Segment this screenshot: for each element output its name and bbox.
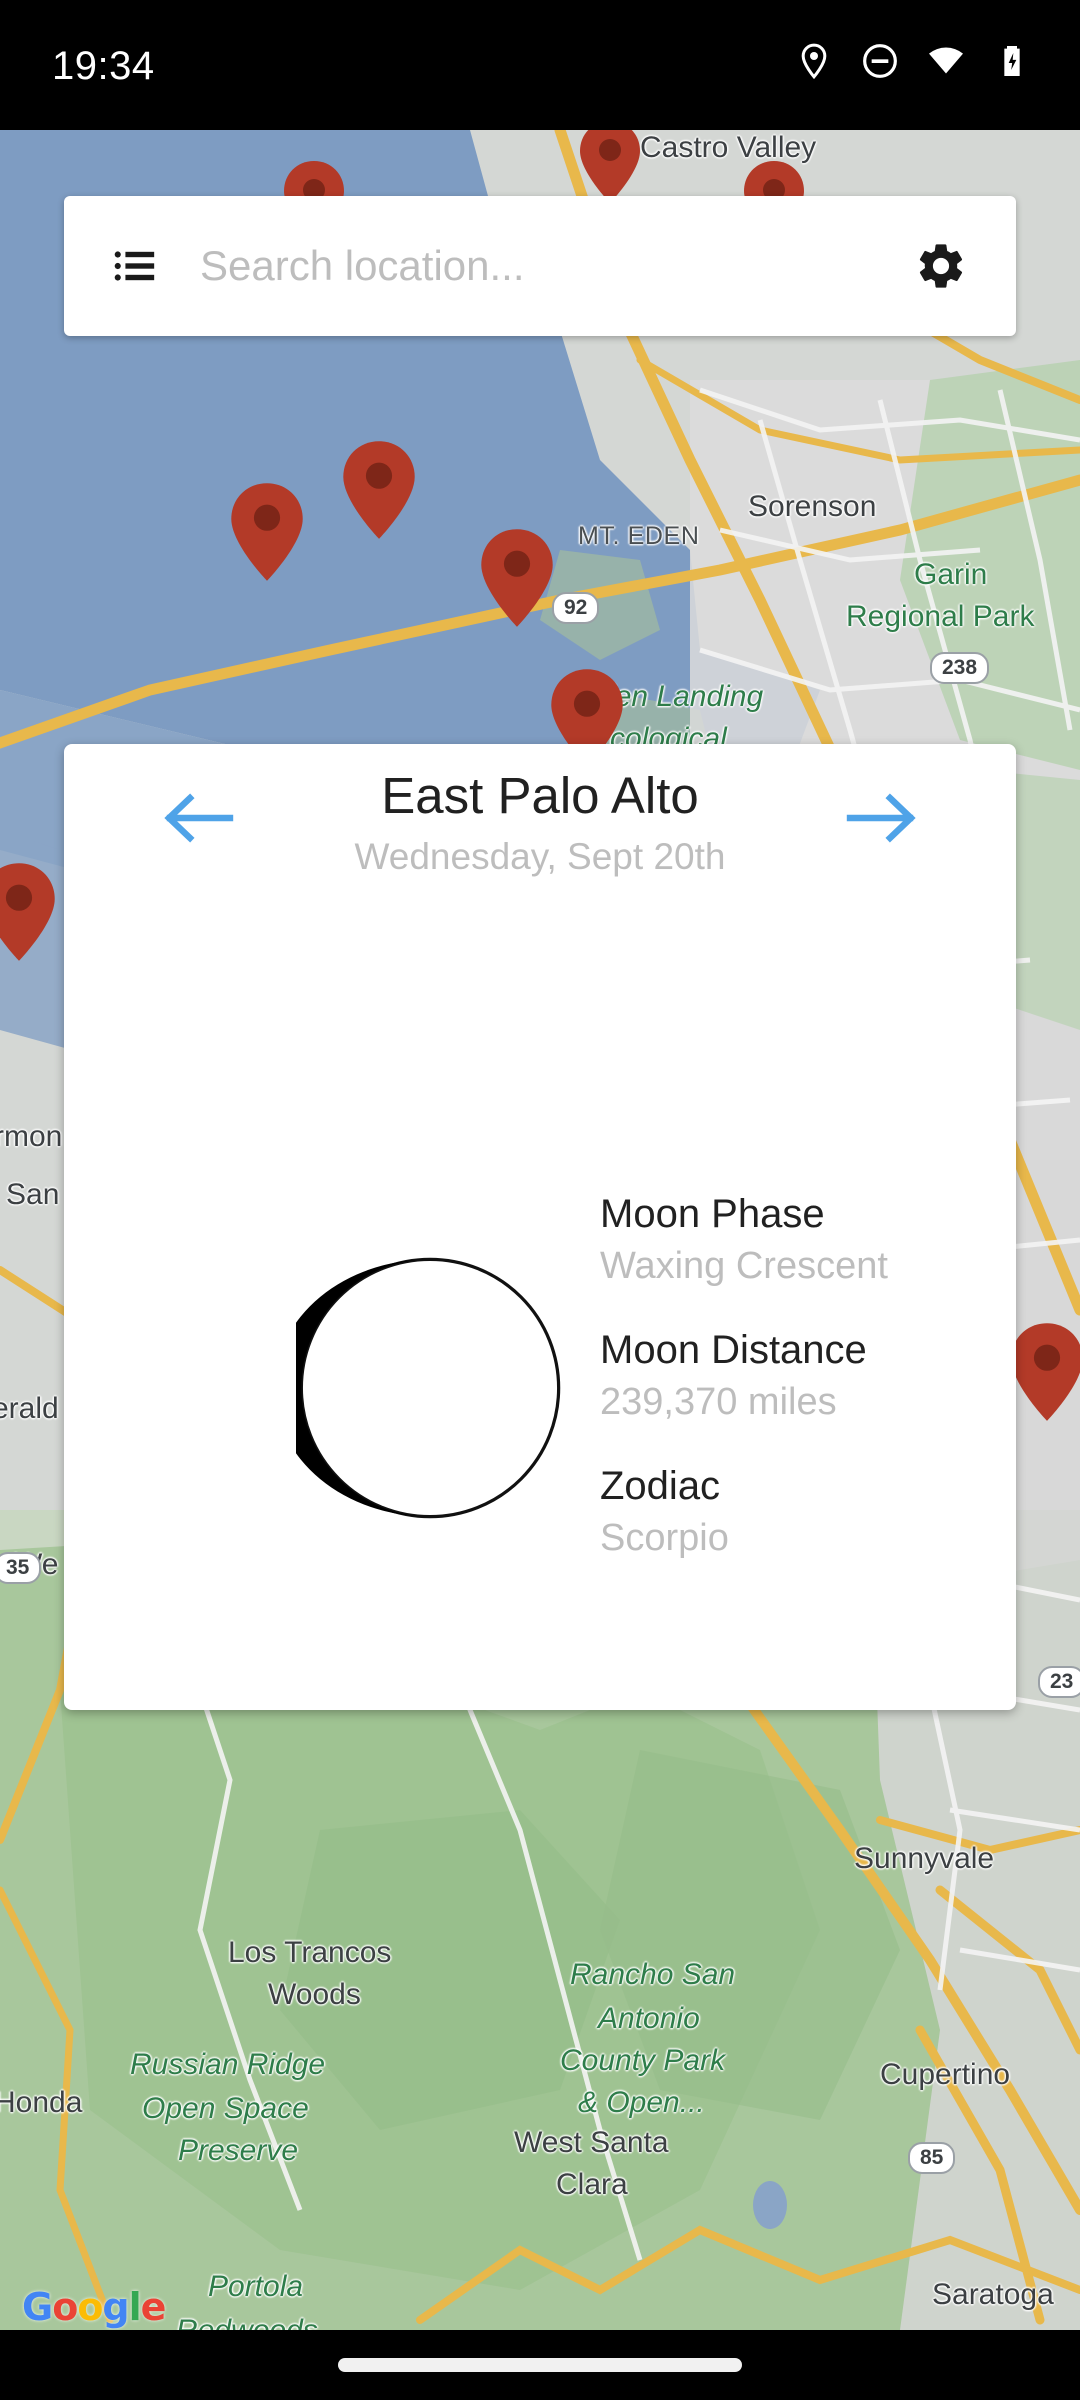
zodiac-label: Zodiac	[600, 1464, 721, 1508]
logo-letter: o	[52, 2285, 78, 2329]
route-shield: 238	[930, 652, 990, 684]
map-label: Regional Park	[846, 600, 1035, 633]
moon-panel: Moon Phase Waxing Crescent Moon Distance…	[64, 924, 1016, 1559]
map-label: Honda	[0, 2086, 83, 2119]
map-label: Los Trancos	[228, 1936, 392, 1969]
phone-screen: Castro Valley Sorenson MT. EDEN Garin Re…	[0, 0, 1080, 2400]
map-label: rmon	[0, 1120, 63, 1153]
wifi-icon	[929, 47, 963, 74]
do-not-disturb-icon	[863, 44, 897, 78]
moon-distance-label: Moon Distance	[600, 1328, 867, 1372]
logo-letter: o	[77, 2285, 103, 2329]
map-pin[interactable]	[228, 482, 306, 582]
gesture-home-pill[interactable]	[338, 2358, 742, 2372]
battery-charging-icon	[1004, 46, 1020, 76]
moon-detail-list: Moon Phase Waxing Crescent Moon Distance…	[600, 1192, 1016, 1560]
map-label: Russian Ridge	[130, 2048, 326, 2081]
map-label: Redwoods	[176, 2314, 318, 2330]
map-label: Woods	[268, 1978, 361, 2011]
map-label: Clara	[556, 2168, 628, 2201]
map-label: Cupertino	[880, 2058, 1011, 2091]
status-bar: 19:34	[0, 0, 1080, 130]
route-shield: 92	[552, 592, 600, 624]
map-label: Preserve	[178, 2134, 299, 2167]
map-label: Sorenson	[748, 490, 877, 523]
status-time: 19:34	[52, 44, 155, 88]
location-pin-icon	[801, 43, 827, 80]
map-label: Open Space	[142, 2092, 309, 2125]
arrow-right-icon[interactable]	[846, 790, 918, 846]
moon-distance-value: 239,370 miles	[600, 1381, 837, 1423]
map-label: Saratoga	[932, 2278, 1054, 2311]
gear-icon[interactable]	[914, 239, 968, 293]
map-pin[interactable]	[0, 862, 58, 962]
map-label: Garin	[914, 558, 988, 591]
map-label: West Santa	[514, 2126, 669, 2159]
map-pin[interactable]	[478, 528, 556, 628]
map-label: & Open...	[578, 2086, 705, 2119]
route-shield: 85	[908, 2142, 956, 2174]
map-label: Antonio	[598, 2002, 700, 2035]
logo-letter: l	[128, 2285, 142, 2329]
moon-phase-label: Moon Phase	[600, 1192, 825, 1236]
search-bar[interactable]	[64, 196, 1016, 336]
map-pin[interactable]	[1008, 1322, 1080, 1422]
logo-letter: g	[102, 2285, 129, 2329]
waxing-crescent-moon-graphic	[296, 1257, 561, 1519]
list-icon[interactable]	[112, 243, 158, 289]
route-shield: 23	[1038, 1666, 1080, 1698]
search-input[interactable]	[200, 242, 914, 290]
map-label: Rancho San	[570, 1958, 736, 1991]
map-label: erald	[0, 1392, 59, 1425]
map-pin[interactable]	[340, 440, 418, 540]
map-label: Sunnyvale	[854, 1842, 995, 1875]
map-label: County Park	[560, 2044, 726, 2077]
map-label: San	[6, 1178, 60, 1211]
location-info-card: East Palo Alto Wednesday, Sept 20th Moon…	[64, 744, 1016, 1710]
logo-letter: G	[22, 2285, 53, 2329]
card-header: East Palo Alto Wednesday, Sept 20th	[64, 744, 1016, 924]
map-label: MT. EDEN	[578, 522, 700, 550]
moon-phase-value: Waxing Crescent	[600, 1245, 888, 1287]
logo-letter: e	[140, 2285, 167, 2329]
system-navigation-bar	[0, 2330, 1080, 2400]
map-pin[interactable]	[578, 130, 642, 204]
route-shield: 35	[0, 1552, 42, 1584]
zodiac-value: Scorpio	[600, 1517, 729, 1559]
map-label: Portola	[208, 2270, 304, 2303]
status-icons	[794, 38, 1032, 84]
google-attribution-logo: Google	[22, 2285, 167, 2329]
